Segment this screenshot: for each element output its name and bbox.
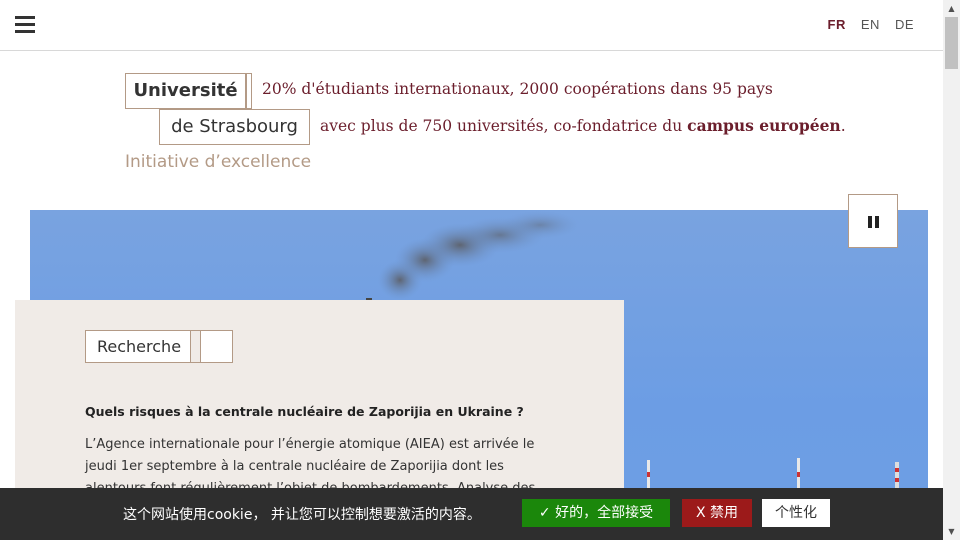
logo-strasbourg[interactable]: de Strasbourg [159, 109, 310, 145]
cookie-message: 这个网站使用cookie， 并让您可以控制想要激活的内容。 [123, 507, 481, 523]
category-tag[interactable]: Recherche [85, 330, 191, 363]
scrollbar[interactable]: ▲ ▼ [943, 0, 960, 540]
lang-en-link[interactable]: EN [861, 17, 880, 32]
scroll-thumb[interactable] [945, 17, 958, 69]
pause-icon [868, 216, 872, 228]
scroll-up-icon[interactable]: ▲ [943, 0, 960, 17]
pause-slideshow-button[interactable] [848, 194, 898, 248]
accept-all-button[interactable]: ✓ 好的，全部接受 [522, 499, 670, 527]
tag-decoration-box [201, 330, 233, 363]
lang-fr-link[interactable]: FR [828, 17, 846, 32]
cookie-banner: 这个网站使用cookie， 并让您可以控制想要激活的内容。 ✓ 好的，全部接受 … [0, 488, 943, 540]
hamburger-icon[interactable] [15, 16, 35, 34]
initiative-excellence-label: Initiative d’excellence [125, 152, 312, 172]
tagline-line-2-suffix: . [840, 117, 846, 135]
logo-universite[interactable]: Université [125, 73, 246, 109]
customize-button[interactable]: 个性化 [762, 499, 830, 527]
news-title[interactable]: Quels risques à la centrale nucléaire de… [85, 404, 524, 419]
tagline-line-2-prefix: avec plus de 750 universités, co-fondatr… [320, 117, 688, 135]
campus-europeen-link[interactable]: campus européen [687, 116, 841, 135]
scroll-down-icon[interactable]: ▼ [943, 523, 960, 540]
tagline-line-1: 20% d'étudiants internationaux, 2000 coo… [262, 80, 773, 98]
language-switcher: FR EN DE [828, 17, 914, 32]
logo-decoration [246, 73, 252, 109]
tagline-line-2: avec plus de 750 universités, co-fondatr… [320, 116, 846, 135]
deny-button[interactable]: X 禁用 [682, 499, 752, 527]
tag-decoration [191, 330, 201, 363]
lang-de-link[interactable]: DE [895, 17, 914, 32]
top-bar: FR EN DE [0, 0, 943, 51]
